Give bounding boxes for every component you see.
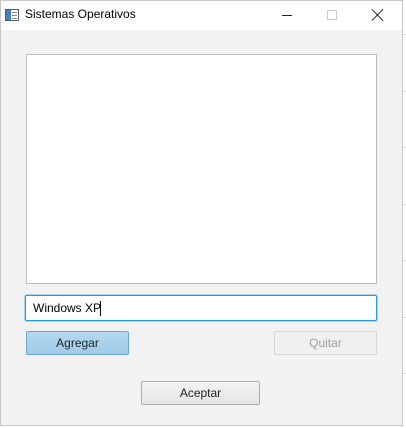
title-bar[interactable]: Sistemas Operativos — [1, 1, 402, 30]
close-icon — [372, 9, 384, 21]
os-name-input[interactable] — [25, 295, 377, 321]
dialog-window: Sistemas Operativos Agregar Quitar Acept… — [0, 0, 403, 426]
add-button[interactable]: Agregar — [26, 331, 129, 355]
minimize-button[interactable] — [264, 1, 310, 30]
text-caret — [100, 301, 101, 316]
accept-button[interactable]: Aceptar — [141, 381, 260, 405]
maximize-button[interactable] — [309, 1, 355, 30]
maximize-icon — [327, 10, 337, 20]
minimize-icon — [282, 15, 292, 16]
close-button[interactable] — [355, 1, 401, 30]
window-title: Sistemas Operativos — [25, 7, 136, 21]
remove-button[interactable]: Quitar — [274, 331, 377, 355]
app-window-icon — [5, 9, 19, 21]
operating-systems-list[interactable] — [26, 54, 377, 284]
